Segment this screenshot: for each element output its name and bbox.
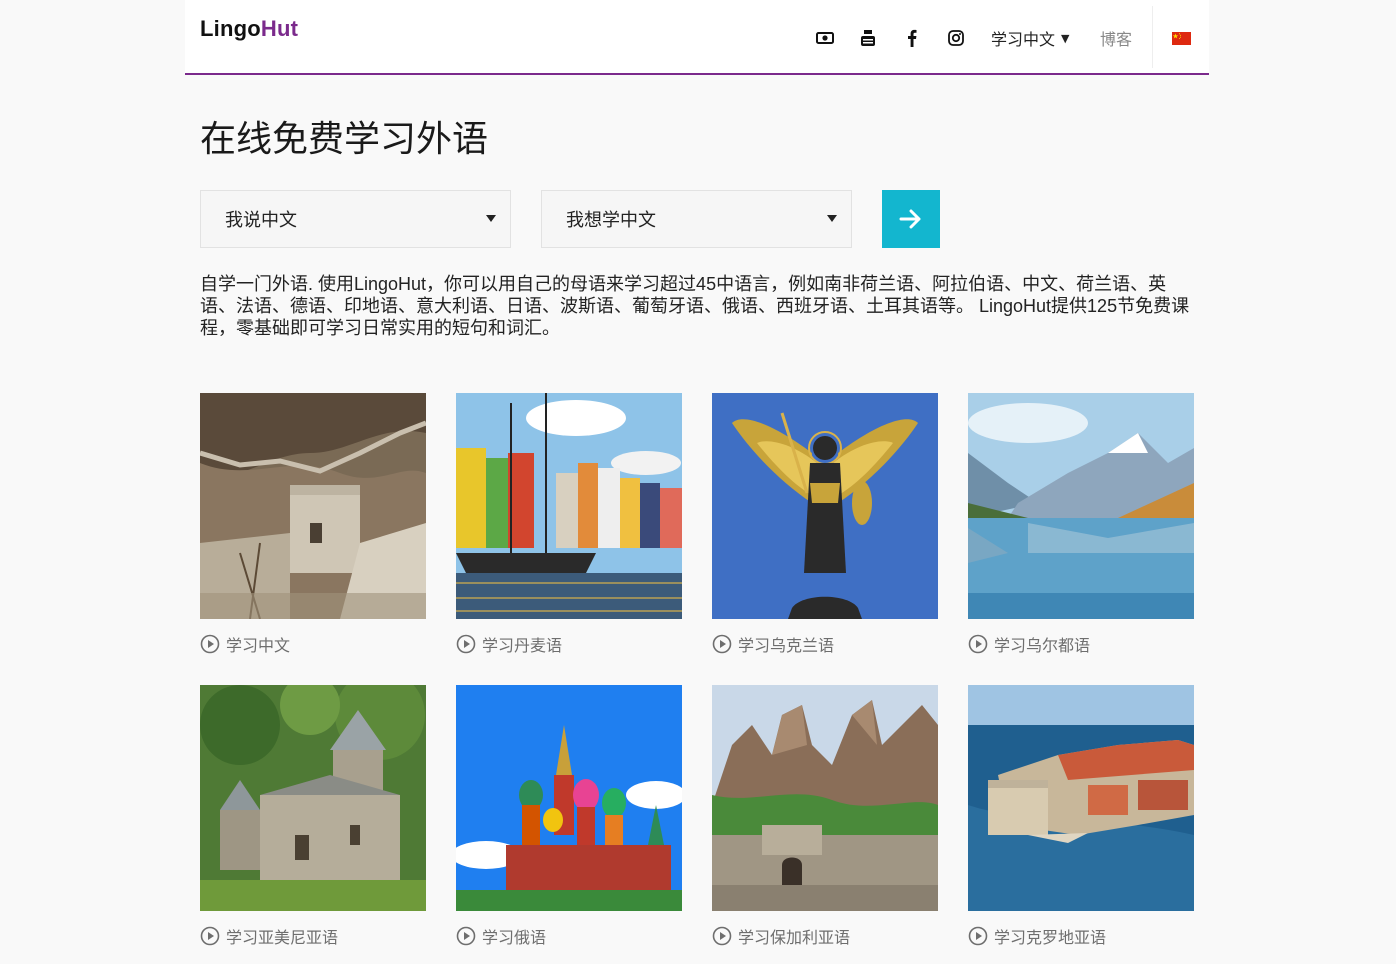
course-caption[interactable]: 学习保加利亚语 xyxy=(712,925,938,947)
language-menu-label: 学习中文 xyxy=(991,30,1056,49)
play-circle-icon xyxy=(968,926,988,946)
play-circle-icon xyxy=(456,926,476,946)
camera-icon[interactable] xyxy=(813,26,837,50)
dropdown-arrow-icon xyxy=(827,215,837,222)
arrow-right-icon xyxy=(899,209,921,229)
mountain-lake-image xyxy=(968,393,1194,619)
course-card-armenian[interactable]: 学习亚美尼亚语 xyxy=(200,685,426,947)
nav-link-blog[interactable]: 博客 xyxy=(1100,26,1132,50)
speak-language-select[interactable]: 我说中文 xyxy=(200,190,511,248)
speak-language-value: 我说中文 xyxy=(225,210,297,231)
course-label: 学习俄语 xyxy=(482,928,547,947)
course-label: 学习丹麦语 xyxy=(482,636,563,655)
logo[interactable]: LingoHut xyxy=(200,16,298,42)
play-circle-icon xyxy=(200,926,220,946)
dropdown-arrow-icon xyxy=(486,215,496,222)
nyhavn-image xyxy=(456,393,682,619)
logo-part-lingo: Lingo xyxy=(200,16,261,41)
dubrovnik-image xyxy=(968,685,1194,911)
st-basils-cathedral-image xyxy=(456,685,682,911)
course-card-croatian[interactable]: 学习克罗地亚语 xyxy=(968,685,1194,947)
page-title: 在线免费学习外语 xyxy=(200,119,489,160)
youtube-icon[interactable] xyxy=(856,26,880,50)
site-header: LingoHut 学习中文 ▼ 博客 xyxy=(185,0,1209,75)
go-button[interactable] xyxy=(882,190,940,248)
belogradchik-fortress-image xyxy=(712,685,938,911)
nav-divider xyxy=(1152,6,1153,68)
course-label: 学习乌尔都语 xyxy=(994,636,1091,655)
logo-part-hut: Hut xyxy=(260,16,299,41)
course-card-danish[interactable]: 学习丹麦语 xyxy=(456,393,682,655)
great-wall-image xyxy=(200,393,426,619)
course-caption[interactable]: 学习亚美尼亚语 xyxy=(200,925,426,947)
course-caption[interactable]: 学习乌克兰语 xyxy=(712,633,938,655)
course-card-chinese[interactable]: 学习中文 xyxy=(200,393,426,655)
course-caption[interactable]: 学习乌尔都语 xyxy=(968,633,1194,655)
course-label: 学习乌克兰语 xyxy=(738,636,835,655)
course-label: 学习中文 xyxy=(226,636,291,655)
instagram-icon[interactable] xyxy=(944,26,968,50)
language-menu[interactable]: 学习中文 ▼ xyxy=(991,26,1069,50)
intro-paragraph: 自学一门外语. 使用LingoHut，你可以用自己的母语来学习超过45中语言，例… xyxy=(200,274,1190,338)
course-label: 学习亚美尼亚语 xyxy=(226,928,339,947)
play-circle-icon xyxy=(200,634,220,654)
course-card-ukrainian[interactable]: 学习乌克兰语 xyxy=(712,393,938,655)
course-card-bulgarian[interactable]: 学习保加利亚语 xyxy=(712,685,938,947)
caret-down-icon: ▼ xyxy=(1061,31,1070,45)
course-caption[interactable]: 学习中文 xyxy=(200,633,426,655)
play-circle-icon xyxy=(456,634,476,654)
course-caption[interactable]: 学习俄语 xyxy=(456,925,682,947)
play-circle-icon xyxy=(712,926,732,946)
learn-language-value: 我想学中文 xyxy=(566,210,656,231)
play-circle-icon xyxy=(712,634,732,654)
china-flag-icon[interactable] xyxy=(1172,32,1191,45)
facebook-icon[interactable] xyxy=(900,26,924,50)
course-card-russian[interactable]: 学习俄语 xyxy=(456,685,682,947)
archangel-statue-image xyxy=(712,393,938,619)
monastery-image xyxy=(200,685,426,911)
course-card-urdu[interactable]: 学习乌尔都语 xyxy=(968,393,1194,655)
course-caption[interactable]: 学习克罗地亚语 xyxy=(968,925,1194,947)
course-caption[interactable]: 学习丹麦语 xyxy=(456,633,682,655)
course-label: 学习克罗地亚语 xyxy=(994,928,1107,947)
learn-language-select[interactable]: 我想学中文 xyxy=(541,190,852,248)
play-circle-icon xyxy=(968,634,988,654)
page: LingoHut 学习中文 ▼ 博客 在线免费学习外语 我说中文 我想学中文 自… xyxy=(0,0,1396,964)
course-label: 学习保加利亚语 xyxy=(738,928,851,947)
